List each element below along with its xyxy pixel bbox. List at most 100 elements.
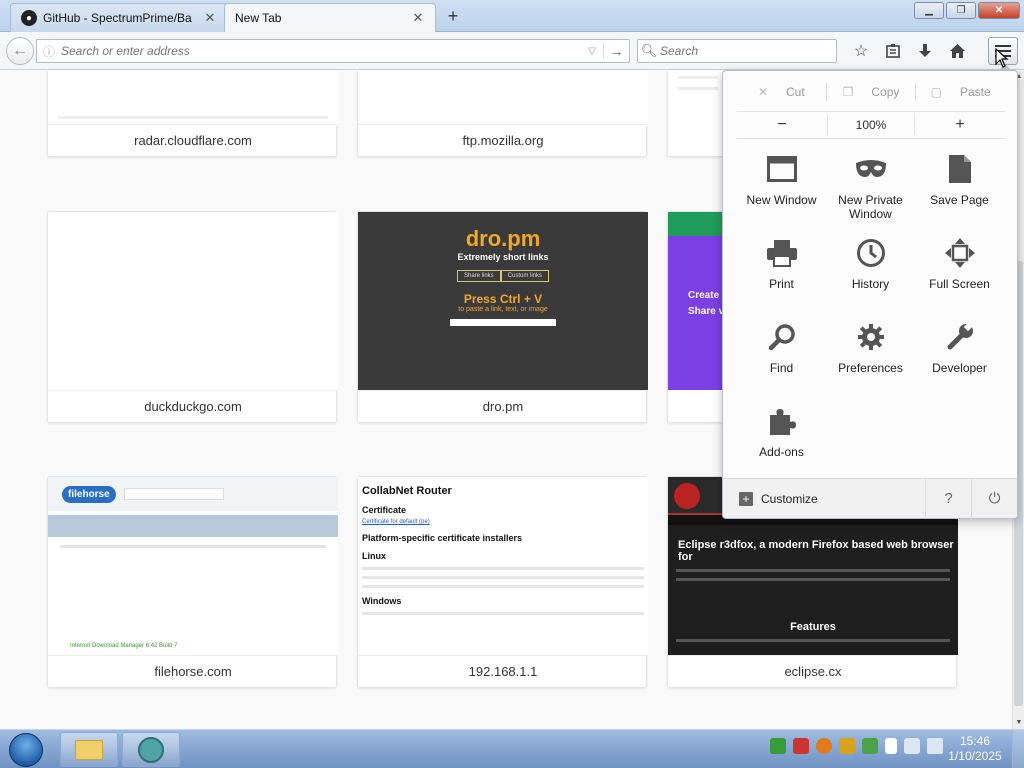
tile-router[interactable]: CollabNet Router Certificate Certificate… [357, 476, 648, 688]
plus-icon: + [739, 491, 753, 506]
history-button[interactable]: History [826, 233, 915, 317]
private-mask-icon [855, 153, 887, 185]
tray-app-icon[interactable] [839, 738, 855, 754]
save-page-label: Save Page [930, 193, 989, 207]
developer-button[interactable]: Developer [915, 317, 1004, 401]
dro-subtitle: Extremely short links [457, 252, 549, 262]
bookmark-star-icon[interactable]: ☆ [846, 38, 876, 64]
router-heading: Linux [362, 551, 386, 561]
system-tray [770, 738, 950, 754]
bookmarks-menu-icon[interactable] [878, 38, 908, 64]
find-button[interactable]: Find [737, 317, 826, 401]
new-tab-button[interactable]: + [444, 6, 462, 26]
tile-thumbnail [358, 71, 648, 126]
info-icon[interactable]: ⓘ [37, 43, 61, 60]
preferences-label: Preferences [838, 361, 903, 375]
tile-label: dro.pm [358, 390, 648, 422]
preferences-button[interactable]: Preferences [826, 317, 915, 401]
tile-dro-pm[interactable]: dro.pm Extremely short links Share links… [357, 211, 648, 423]
url-history-dropdown-icon[interactable]: ▽ [581, 46, 603, 57]
cut-button[interactable]: ✕ Cut [737, 85, 826, 99]
quit-button[interactable]: ⏻ [971, 478, 1017, 519]
fullscreen-icon [944, 237, 976, 269]
downloads-icon[interactable] [910, 38, 940, 64]
minimize-button[interactable]: ▁ [914, 2, 944, 19]
dro-title: dro.pm [465, 226, 541, 251]
tile-duckduckgo[interactable]: duckduckgo.com [47, 211, 338, 423]
tile-label: duckduckgo.com [48, 390, 338, 422]
printer-icon [766, 237, 798, 269]
url-input[interactable] [61, 44, 581, 58]
tile-thumbnail: filehorse Internet Download Manager 6.42… [48, 477, 338, 655]
close-tab-icon[interactable]: ✕ [203, 10, 217, 26]
toolbar-buttons: ☆ [846, 38, 974, 64]
search-bar[interactable]: 🔍︎ [637, 39, 837, 63]
folder-icon [75, 739, 103, 760]
zoom-controls: − 100% + [737, 111, 1005, 139]
zoom-out-button[interactable]: − [737, 116, 827, 134]
tile-radar-cloudflare[interactable]: radar.cloudflare.com [47, 71, 338, 157]
router-heading: Windows [362, 596, 402, 606]
zoom-in-button[interactable]: + [915, 116, 1005, 134]
search-input[interactable] [660, 44, 836, 58]
taskbar-file-explorer[interactable] [60, 732, 118, 767]
main-menu-panel: ✕ Cut ❐ Copy ▢ Paste − 100% + New Window [722, 64, 1018, 519]
network-icon[interactable] [904, 738, 920, 754]
go-arrow-icon[interactable]: → [603, 43, 629, 59]
developer-label: Developer [932, 361, 987, 375]
url-bar[interactable]: ⓘ ▽ → [36, 39, 630, 63]
restore-button[interactable]: ❐ [946, 2, 976, 19]
close-window-button[interactable]: ✕ [978, 2, 1020, 19]
save-page-button[interactable]: Save Page [915, 149, 1004, 233]
edit-controls: ✕ Cut ❐ Copy ▢ Paste [737, 77, 1005, 107]
show-desktop-button[interactable] [1012, 730, 1024, 768]
tile-label: ftp.mozilla.org [358, 124, 648, 156]
customize-button[interactable]: + Customize [723, 479, 925, 519]
eclipse-title: Eclipse r3dfox, a modern Firefox based w… [678, 539, 954, 563]
tile-thumbnail: CollabNet Router Certificate Certificate… [358, 477, 648, 655]
tray-app-icon[interactable] [793, 738, 809, 754]
tile-filehorse[interactable]: filehorse Internet Download Manager 6.42… [47, 476, 338, 688]
add-ons-button[interactable]: Add-ons [737, 401, 826, 485]
dro-press-sub: to paste a link, text, or image [458, 306, 548, 313]
tab-title: GitHub - SpectrumPrime/Ba [43, 11, 192, 25]
customize-label: Customize [761, 491, 818, 506]
tile-ftp-mozilla[interactable]: ftp.mozilla.org [357, 71, 648, 157]
start-button[interactable] [4, 730, 48, 768]
filehorse-header: filehorse [48, 477, 338, 511]
full-screen-button[interactable]: Full Screen [915, 233, 1004, 317]
print-button[interactable]: Print [737, 233, 826, 317]
zoom-reset-button[interactable]: 100% [827, 115, 915, 135]
scissors-icon: ✕ [757, 85, 769, 99]
find-label: Find [769, 361, 794, 375]
add-ons-label: Add-ons [759, 445, 804, 459]
new-window-icon [766, 153, 798, 185]
copy-button[interactable]: ❐ Copy [827, 85, 916, 99]
tab-github[interactable]: ● GitHub - SpectrumPrime/Ba ✕ [10, 3, 228, 32]
home-icon[interactable] [942, 38, 972, 64]
clock[interactable]: 15:46 1/10/2025 [940, 734, 1010, 764]
new-window-button[interactable]: New Window [737, 149, 826, 233]
scroll-down-arrow-icon[interactable]: ▼ [1013, 717, 1024, 729]
dro-tabs: Share links Custom links [358, 270, 648, 282]
tab-new-tab[interactable]: New Tab ✕ [224, 3, 436, 32]
close-tab-icon[interactable]: ✕ [411, 10, 425, 26]
taskbar-browser[interactable] [122, 732, 180, 767]
tile-label: radar.cloudflare.com [48, 124, 338, 156]
help-button[interactable]: ? [925, 478, 971, 519]
security-shield-icon[interactable] [862, 738, 878, 754]
filehorse-download-link: Internet Download Manager 6.42 Build 7 [70, 643, 178, 649]
magnifier-icon [766, 321, 798, 353]
paste-label: Paste [960, 85, 991, 99]
router-link: Certificate for default (pe) [362, 519, 430, 525]
clock-icon [855, 237, 887, 269]
new-private-window-button[interactable]: New Private Window [826, 149, 915, 233]
tray-app-icon[interactable] [816, 738, 832, 754]
action-center-flag-icon[interactable] [885, 738, 897, 754]
browser-dragon-icon [138, 736, 164, 763]
back-button[interactable]: ← [6, 37, 34, 65]
help-icon: ? [944, 490, 953, 507]
tray-app-icon[interactable] [770, 738, 786, 754]
paste-button[interactable]: ▢ Paste [916, 85, 1005, 99]
tile-thumbnail [48, 212, 338, 390]
